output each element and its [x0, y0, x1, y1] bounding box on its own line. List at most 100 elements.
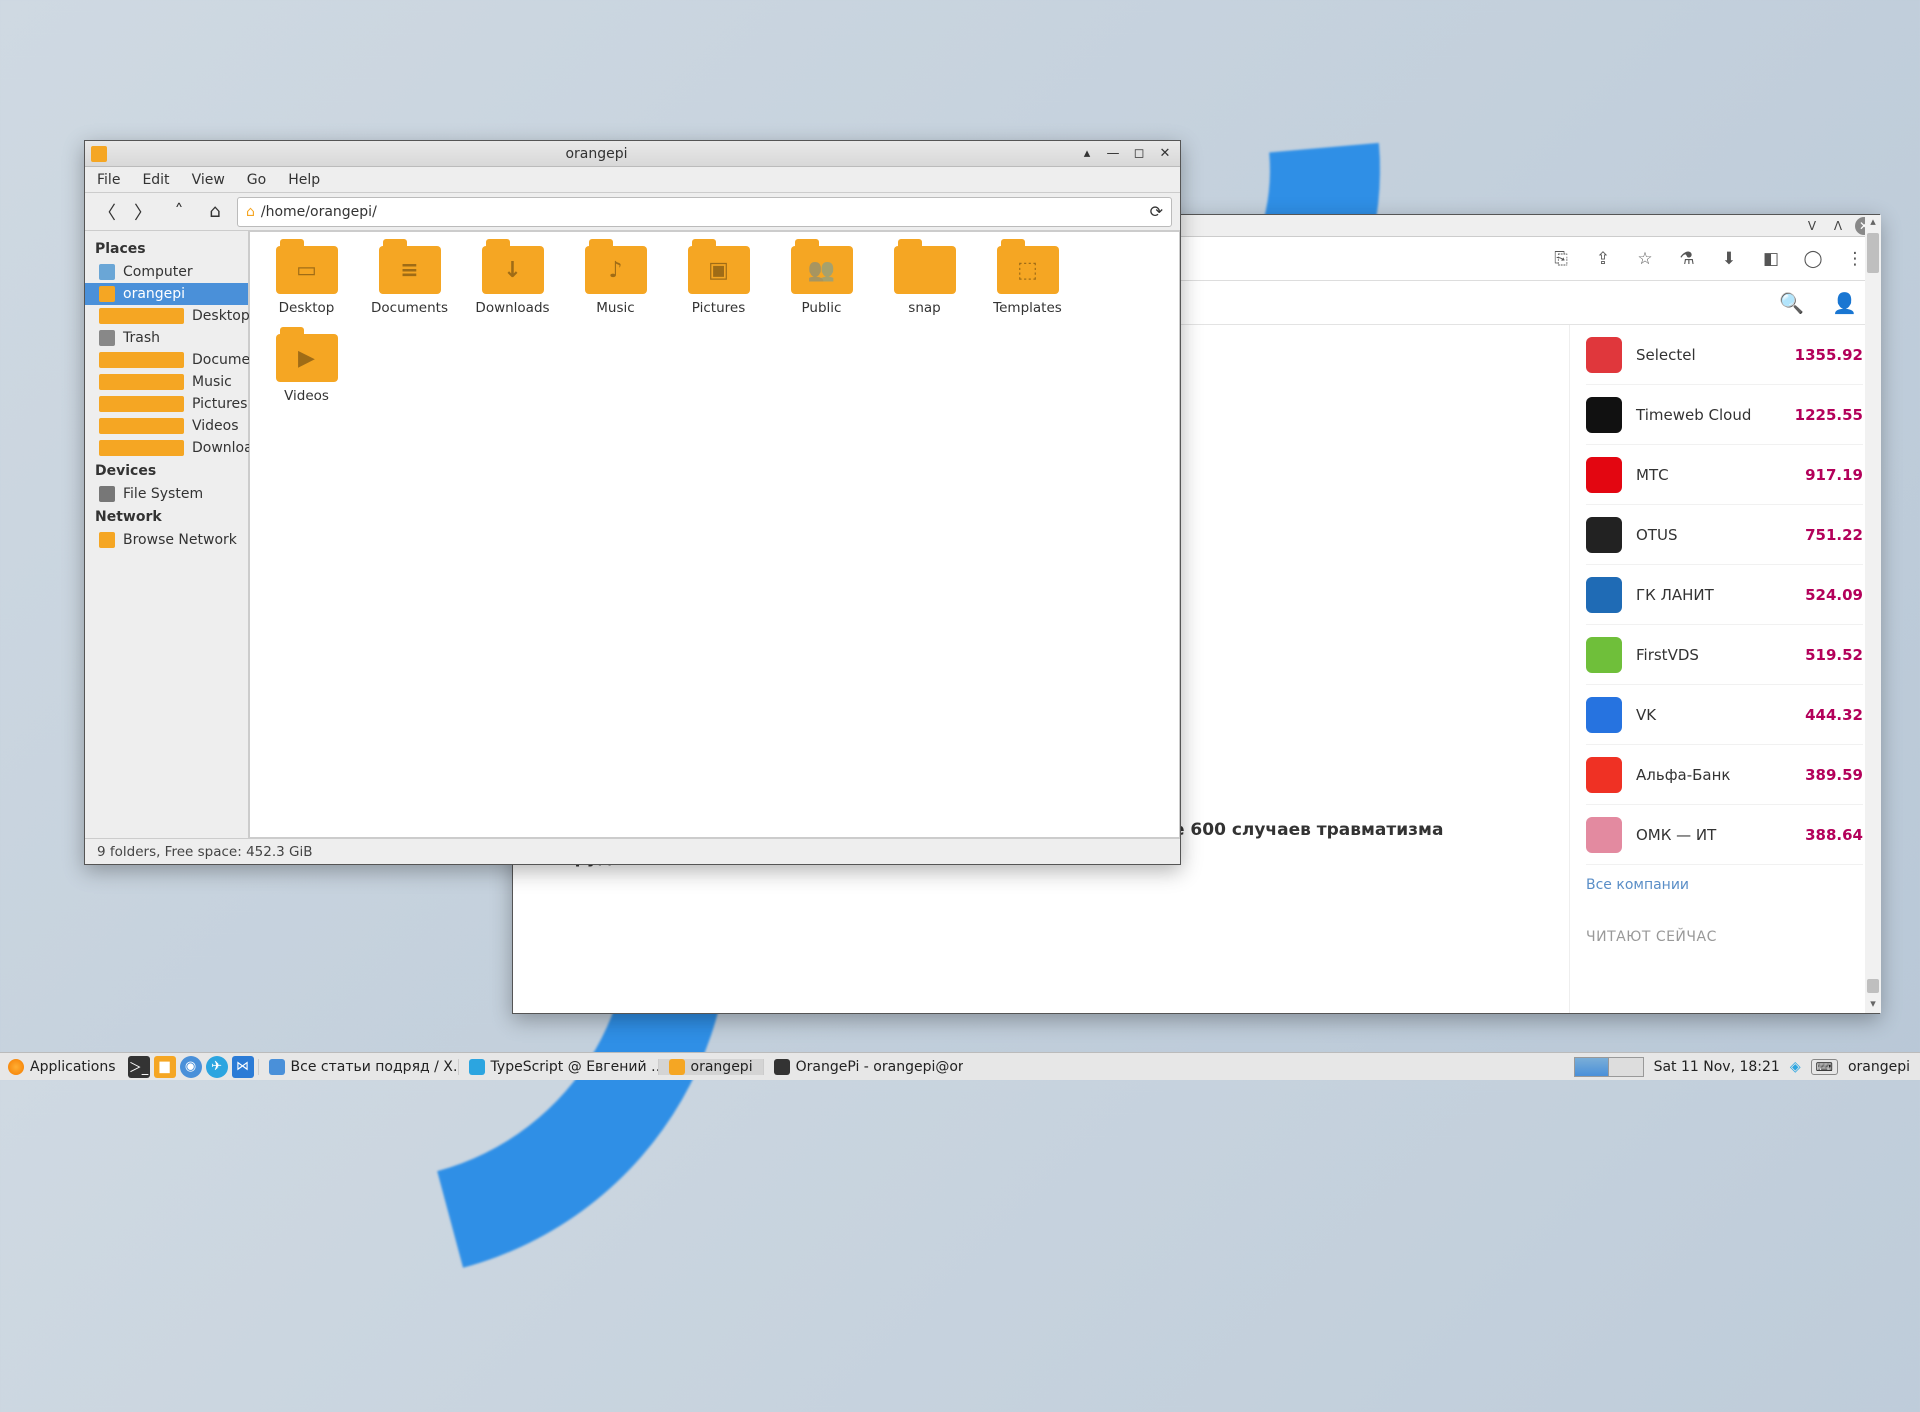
company-row[interactable]: МТС917.19	[1586, 445, 1863, 505]
user-icon[interactable]: 👤	[1832, 291, 1857, 315]
address-bar[interactable]: ⌂ /home/orangepi/ ⟳	[237, 197, 1172, 227]
menu-file[interactable]: File	[97, 172, 120, 188]
sidebar-item-computer[interactable]: Computer	[85, 261, 248, 283]
vscode-icon[interactable]: ⋈	[232, 1056, 254, 1078]
taskbar-task[interactable]: orangepi	[658, 1059, 763, 1075]
up-icon[interactable]: ˄	[165, 198, 193, 226]
folder-music[interactable]: ♪Music	[573, 246, 658, 316]
company-row[interactable]: Timeweb Cloud1225.55	[1586, 385, 1863, 445]
all-companies-link[interactable]: Все компании	[1586, 877, 1689, 893]
folder-icon: ▶	[276, 334, 338, 382]
sidebar-item-label: Computer	[123, 264, 193, 280]
folder-snap[interactable]: snap	[882, 246, 967, 316]
task-label: OrangePi - orangepi@or…	[796, 1059, 963, 1075]
close-icon[interactable]: ✕	[1156, 145, 1174, 163]
user-indicator[interactable]: orangepi	[1848, 1059, 1910, 1075]
company-row[interactable]: Selectel1355.92	[1586, 325, 1863, 385]
download-icon[interactable]: ⬇	[1719, 249, 1739, 269]
folder-label: Downloads	[470, 300, 555, 316]
folder-pictures[interactable]: ▣Pictures	[676, 246, 761, 316]
sidebar-item-orangepi[interactable]: orangepi	[85, 283, 248, 305]
folder-icon	[99, 352, 184, 368]
keyboard-layout-icon[interactable]: ⌨	[1811, 1059, 1838, 1075]
clock[interactable]: Sat 11 Nov, 18:21	[1654, 1059, 1780, 1075]
folder-public[interactable]: 👥Public	[779, 246, 864, 316]
panel-icon[interactable]: ◧	[1761, 249, 1781, 269]
taskbar: Applications ＞_ ▆ ◉ ✈ ⋈ Все статьи подря…	[0, 1052, 1920, 1080]
company-name: ОМК — ИТ	[1636, 826, 1805, 844]
rollup-icon[interactable]: ▴	[1078, 145, 1096, 163]
send-icon[interactable]: ⎘	[1551, 249, 1571, 269]
folder-documents[interactable]: ≡Documents	[367, 246, 452, 316]
folder-icon: ≡	[379, 246, 441, 294]
minimize-icon[interactable]: ᐱ	[1829, 217, 1847, 235]
folder-downloads[interactable]: ↓ Downloads	[470, 246, 555, 316]
sidebar-item-music[interactable]: Music	[85, 371, 248, 393]
chromium-icon[interactable]: ◉	[180, 1056, 202, 1078]
folder-label: Videos	[264, 388, 349, 404]
back-icon[interactable]: 〈	[93, 198, 121, 226]
company-row[interactable]: ОМК — ИТ388.64	[1586, 805, 1863, 865]
share-icon[interactable]: ⇪	[1593, 249, 1613, 269]
sidebar-item-trash[interactable]: Trash	[85, 327, 248, 349]
folder-templates[interactable]: ⬚Templates	[985, 246, 1070, 316]
company-row[interactable]: FirstVDS519.52	[1586, 625, 1863, 685]
company-name: FirstVDS	[1636, 646, 1805, 664]
company-row[interactable]: VK444.32	[1586, 685, 1863, 745]
company-row[interactable]: OTUS751.22	[1586, 505, 1863, 565]
flask-icon[interactable]: ⚗	[1677, 249, 1697, 269]
sidebar-item-file-system[interactable]: File System	[85, 483, 248, 505]
telegram-tray-icon[interactable]: ◈	[1790, 1059, 1801, 1075]
profile-icon[interactable]: ◯	[1803, 249, 1823, 269]
sidebar-item-label: orangepi	[123, 286, 185, 302]
company-row[interactable]: Альфа-Банк389.59	[1586, 745, 1863, 805]
company-price: 1225.55	[1795, 406, 1863, 424]
folder-icon: ▭	[276, 246, 338, 294]
menu-icon[interactable]: ⋮	[1845, 249, 1865, 269]
taskbar-task[interactable]: Все статьи подряд / Х…	[258, 1059, 458, 1075]
sidebar-item-label: Music	[192, 374, 232, 390]
fm-titlebar[interactable]: orangepi ▴ — ◻ ✕	[85, 141, 1180, 167]
folder-icon: ↓	[482, 246, 544, 294]
applications-menu[interactable]: Applications	[0, 1059, 124, 1075]
network-heading: Network	[85, 505, 248, 529]
folder-videos[interactable]: ▶ Videos	[264, 334, 349, 404]
scroll-down-icon[interactable]: ▾	[1865, 997, 1879, 1013]
taskbar-task[interactable]: TypeScript @ Евгений …	[458, 1059, 658, 1075]
sidebar-item-videos[interactable]: Videos	[85, 415, 248, 437]
fm-content[interactable]: ▭ Desktop ≡Documents ↓ Downloads ♪Music ▣Pictu…	[249, 231, 1180, 838]
browser-scrollbar[interactable]: ▴ ▾	[1865, 325, 1879, 1013]
scroll-thumb[interactable]	[1867, 979, 1879, 993]
maximize-icon[interactable]: ◻	[1130, 145, 1148, 163]
taskbar-task[interactable]: OrangePi - orangepi@or…	[763, 1059, 963, 1075]
folder-label: Desktop	[264, 300, 349, 316]
home-icon[interactable]: ⌂	[201, 198, 229, 226]
dropdown-icon[interactable]: ᐯ	[1803, 217, 1821, 235]
telegram-icon[interactable]: ✈	[206, 1056, 228, 1078]
menu-go[interactable]: Go	[247, 172, 266, 188]
sidebar-item-browse-network[interactable]: Browse Network	[85, 529, 248, 551]
sidebar-item-documents[interactable]: Documents	[85, 349, 248, 371]
forward-icon[interactable]: 〉	[129, 198, 157, 226]
minimize-icon[interactable]: —	[1104, 145, 1122, 163]
company-logo-icon	[1586, 817, 1622, 853]
terminal-icon[interactable]: ＞_	[128, 1056, 150, 1078]
file-manager-icon[interactable]: ▆	[154, 1056, 176, 1078]
task-label: Все статьи подряд / Х…	[291, 1059, 458, 1075]
star-icon[interactable]: ☆	[1635, 249, 1655, 269]
menu-help[interactable]: Help	[288, 172, 320, 188]
sidebar-item-downloads[interactable]: Downloads	[85, 437, 248, 459]
sidebar-item-desktop[interactable]: Desktop	[85, 305, 248, 327]
folder-desktop[interactable]: ▭ Desktop	[264, 246, 349, 316]
sidebar-item-pictures[interactable]: Pictures	[85, 393, 248, 415]
search-icon[interactable]: 🔍	[1779, 291, 1804, 315]
refresh-icon[interactable]: ⟳	[1150, 202, 1163, 221]
path-text: /home/orangepi/	[261, 204, 377, 220]
folder-icon	[99, 396, 184, 412]
company-price: 388.64	[1805, 826, 1863, 844]
menu-edit[interactable]: Edit	[142, 172, 169, 188]
workspace-switcher[interactable]	[1574, 1057, 1644, 1077]
company-row[interactable]: ГК ЛАНИТ524.09	[1586, 565, 1863, 625]
company-logo-icon	[1586, 697, 1622, 733]
menu-view[interactable]: View	[192, 172, 225, 188]
